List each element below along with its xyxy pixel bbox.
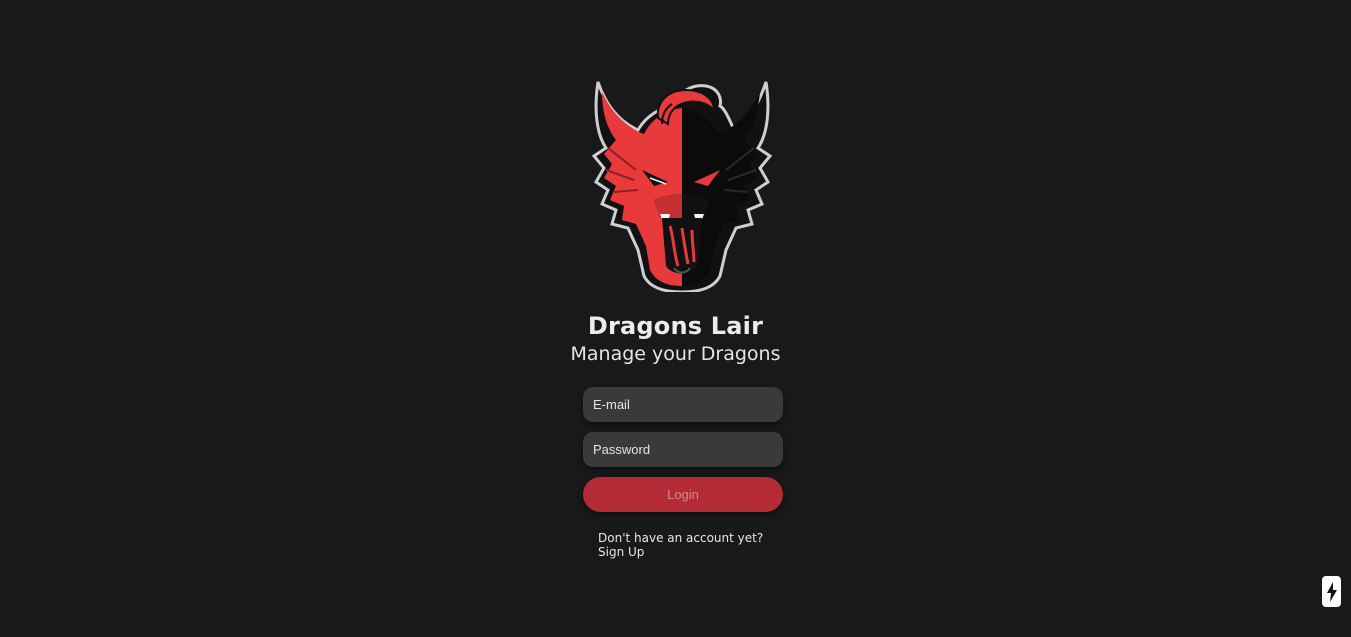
- signup-block: Don't have an account yet? Sign Up: [598, 531, 763, 559]
- dragon-logo: [591, 81, 773, 292]
- lightning-bolt-button[interactable]: [1322, 576, 1341, 607]
- signup-link[interactable]: Sign Up: [598, 545, 644, 559]
- login-button[interactable]: Login: [583, 477, 783, 512]
- signup-prompt: Don't have an account yet?: [598, 531, 764, 545]
- app-subtitle: Manage your Dragons: [570, 343, 781, 365]
- password-field[interactable]: [583, 432, 783, 467]
- email-field[interactable]: [583, 387, 783, 422]
- login-page: Dragons Lair Manage your Dragons Login D…: [0, 0, 1351, 637]
- app-title: Dragons Lair: [587, 312, 764, 340]
- lightning-bolt-icon: [1326, 581, 1337, 602]
